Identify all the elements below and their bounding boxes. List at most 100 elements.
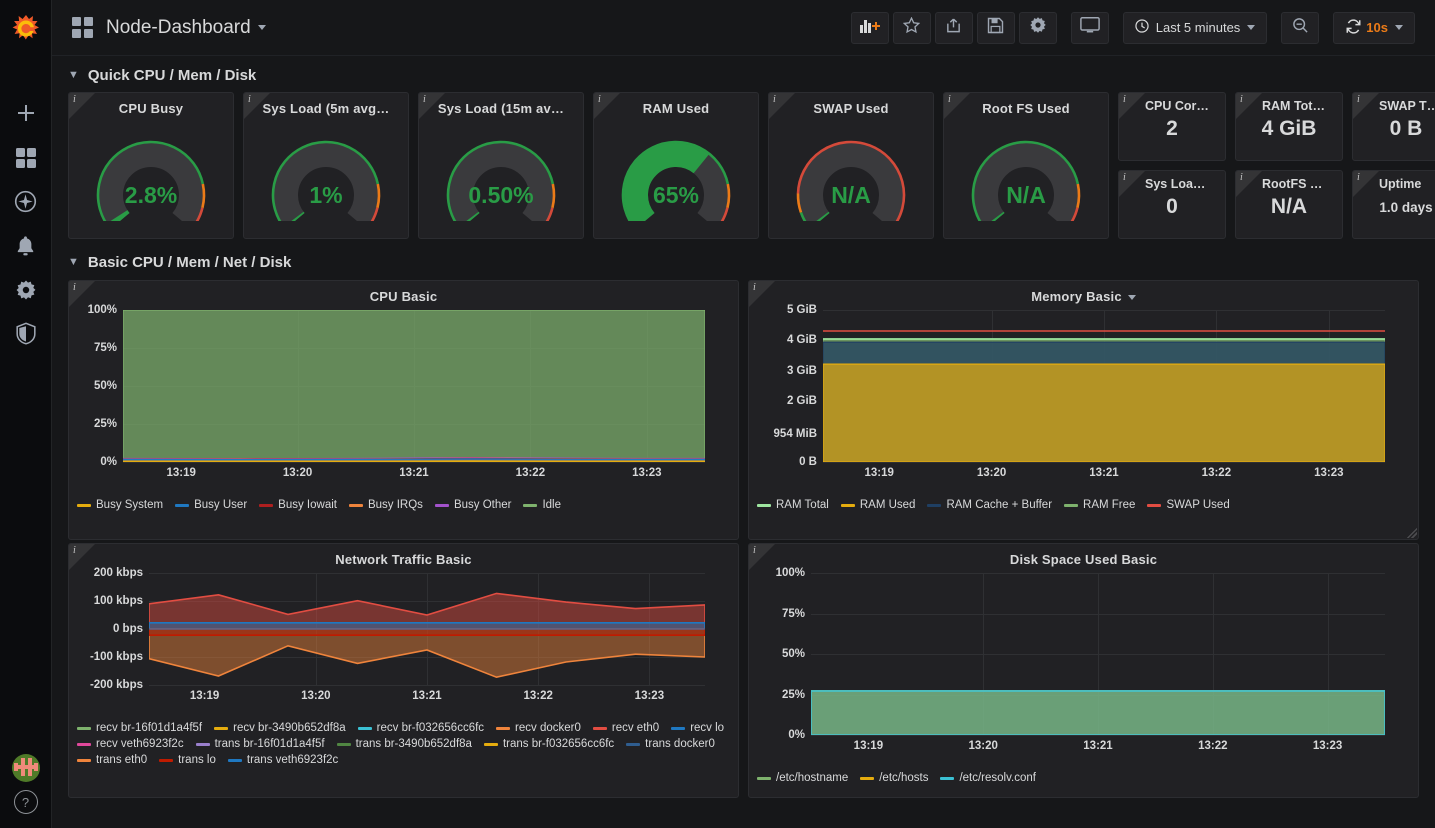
refresh-picker[interactable]: 10s bbox=[1333, 12, 1415, 44]
info-icon[interactable]: i bbox=[73, 94, 76, 105]
y-axis-tick-label: 75% bbox=[94, 342, 117, 354]
legend-item[interactable]: RAM Cache + Buffer bbox=[927, 499, 1052, 511]
legend-item[interactable]: recv lo bbox=[671, 722, 724, 734]
legend-item[interactable]: RAM Free bbox=[1064, 499, 1135, 511]
legend-label: Busy IRQs bbox=[368, 499, 423, 511]
gauge-panel-cpu-busy[interactable]: iCPU Busy2.8% bbox=[68, 92, 234, 239]
legend-item[interactable]: /etc/hostname bbox=[757, 772, 848, 784]
legend-item[interactable]: recv br-16f01d1a4f5f bbox=[77, 722, 202, 734]
gauge-panel-root-fs-used[interactable]: iRoot FS UsedN/A bbox=[943, 92, 1109, 239]
info-icon[interactable]: i bbox=[423, 94, 426, 105]
stat-panel-swap-total[interactable]: i SWAP T… 0 B bbox=[1352, 92, 1435, 161]
grafana-logo-icon[interactable] bbox=[6, 10, 46, 50]
gauge: 0.50% bbox=[419, 117, 583, 221]
panel-network-traffic-basic[interactable]: i Network Traffic Basic -200 kbps-100 kb… bbox=[68, 543, 739, 798]
x-axis-tick-label: 13:19 bbox=[166, 467, 195, 479]
panel-disk-space-used-basic[interactable]: i Disk Space Used Basic 0%25%50%75%100%1… bbox=[748, 543, 1419, 798]
sidebar-item-configuration[interactable] bbox=[0, 270, 52, 314]
legend-color-swatch bbox=[159, 759, 173, 762]
panel-cpu-basic[interactable]: i CPU Basic 0%25%50%75%100%13:1913:2013:… bbox=[68, 280, 739, 540]
save-dashboard-button[interactable] bbox=[977, 12, 1015, 44]
legend-item[interactable]: SWAP Used bbox=[1147, 499, 1229, 511]
legend-item[interactable]: /etc/hosts bbox=[860, 772, 928, 784]
legend-item[interactable]: trans docker0 bbox=[626, 738, 715, 750]
info-icon[interactable]: i bbox=[1123, 94, 1126, 105]
sidebar-item-alerting[interactable] bbox=[0, 226, 52, 270]
legend-item[interactable]: trans br-16f01d1a4f5f bbox=[196, 738, 325, 750]
gauge-panel-ram-used[interactable]: iRAM Used65% bbox=[593, 92, 759, 239]
sidebar-item-dashboards[interactable] bbox=[0, 138, 52, 182]
sidebar-item-server-admin[interactable] bbox=[0, 314, 52, 358]
legend-item[interactable]: recv br-3490b652df8a bbox=[214, 722, 346, 734]
info-icon[interactable]: i bbox=[948, 94, 951, 105]
help-icon[interactable]: ? bbox=[14, 790, 38, 814]
stat-panel-sys-load[interactable]: i Sys Loa… 0 bbox=[1118, 170, 1226, 239]
info-icon[interactable]: i bbox=[73, 282, 76, 293]
legend-item[interactable]: trans br-3490b652df8a bbox=[337, 738, 472, 750]
panel-title[interactable]: Network Traffic Basic bbox=[69, 544, 738, 567]
row-title: Basic CPU / Mem / Net / Disk bbox=[88, 254, 291, 271]
legend-item[interactable]: recv br-f032656cc6fc bbox=[358, 722, 484, 734]
info-icon[interactable]: i bbox=[1240, 172, 1243, 183]
legend-item[interactable]: /etc/resolv.conf bbox=[940, 772, 1036, 784]
info-icon[interactable]: i bbox=[598, 94, 601, 105]
share-dashboard-button[interactable] bbox=[935, 12, 973, 44]
info-icon[interactable]: i bbox=[753, 282, 756, 293]
legend-item[interactable]: Idle bbox=[523, 499, 561, 511]
info-icon[interactable]: i bbox=[1357, 172, 1360, 183]
info-icon[interactable]: i bbox=[1123, 172, 1126, 183]
legend-item[interactable]: recv eth0 bbox=[593, 722, 659, 734]
legend-item[interactable]: Busy System bbox=[77, 499, 163, 511]
gauge-panel-swap-used[interactable]: iSWAP UsedN/A bbox=[768, 92, 934, 239]
panel-title[interactable]: CPU Basic bbox=[69, 281, 738, 304]
legend-item[interactable]: Busy Iowait bbox=[259, 499, 337, 511]
stat-panel-ram-total[interactable]: i RAM Tot… 4 GiB bbox=[1235, 92, 1343, 161]
legend-item[interactable]: recv docker0 bbox=[496, 722, 581, 734]
panel-memory-basic[interactable]: i Memory Basic 0 B954 MiB2 GiB3 GiB4 GiB… bbox=[748, 280, 1419, 540]
tv-mode-button[interactable] bbox=[1071, 12, 1109, 44]
legend-item[interactable]: recv veth6923f2c bbox=[77, 738, 184, 750]
add-panel-button[interactable] bbox=[851, 12, 889, 44]
legend-color-swatch bbox=[77, 759, 91, 762]
gridline-h bbox=[811, 735, 1385, 736]
legend-item[interactable]: Busy IRQs bbox=[349, 499, 423, 511]
avatar[interactable] bbox=[0, 746, 52, 790]
legend-item[interactable]: trans veth6923f2c bbox=[228, 754, 338, 766]
info-icon[interactable]: i bbox=[248, 94, 251, 105]
chevron-down-icon bbox=[258, 25, 266, 30]
legend-item[interactable]: trans lo bbox=[159, 754, 216, 766]
stat-panel-uptime[interactable]: i Uptime 1.0 days bbox=[1352, 170, 1435, 239]
page-title[interactable]: Node-Dashboard bbox=[106, 17, 266, 39]
legend-item[interactable]: trans br-f032656cc6fc bbox=[484, 738, 614, 750]
dashboard-settings-button[interactable] bbox=[1019, 12, 1057, 44]
stat-panel-cpu-cores[interactable]: i CPU Cor… 2 bbox=[1118, 92, 1226, 161]
legend-label: RAM Total bbox=[776, 499, 829, 511]
info-icon[interactable]: i bbox=[773, 94, 776, 105]
stat-column-3: i SWAP T… 0 B i Uptime 1.0 days bbox=[1352, 92, 1435, 239]
time-range-picker[interactable]: Last 5 minutes bbox=[1123, 12, 1268, 44]
sidebar-item-explore[interactable] bbox=[0, 182, 52, 226]
sidebar-item-create[interactable] bbox=[0, 94, 52, 138]
row-header-basic[interactable]: ▼ Basic CPU / Mem / Net / Disk bbox=[68, 247, 1419, 277]
row-header-quick[interactable]: ▼ Quick CPU / Mem / Disk bbox=[68, 60, 1419, 90]
legend-memory-basic: RAM Total RAM Used RAM Cache + Buffer RAM F… bbox=[757, 499, 1410, 511]
gauge-panel-sys-load-5m-avg[interactable]: iSys Load (5m avg…1% bbox=[243, 92, 409, 239]
legend-color-swatch bbox=[757, 504, 771, 507]
info-icon[interactable]: i bbox=[73, 545, 76, 556]
legend-label: trans br-3490b652df8a bbox=[356, 738, 472, 750]
panel-resize-handle[interactable] bbox=[1407, 528, 1417, 538]
mark-favorite-button[interactable] bbox=[893, 12, 931, 44]
legend-item[interactable]: Busy Other bbox=[435, 499, 512, 511]
zoom-out-time-button[interactable] bbox=[1281, 12, 1319, 44]
panel-title[interactable]: Memory Basic bbox=[749, 281, 1418, 304]
info-icon[interactable]: i bbox=[753, 545, 756, 556]
info-icon[interactable]: i bbox=[1240, 94, 1243, 105]
legend-item[interactable]: Busy User bbox=[175, 499, 247, 511]
info-icon[interactable]: i bbox=[1357, 94, 1360, 105]
legend-item[interactable]: RAM Total bbox=[757, 499, 829, 511]
legend-item[interactable]: RAM Used bbox=[841, 499, 916, 511]
stat-panel-rootfs-total[interactable]: i RootFS … N/A bbox=[1235, 170, 1343, 239]
legend-item[interactable]: trans eth0 bbox=[77, 754, 147, 766]
gauge-panel-sys-load-15m-av[interactable]: iSys Load (15m av…0.50% bbox=[418, 92, 584, 239]
panel-title[interactable]: Disk Space Used Basic bbox=[749, 544, 1418, 567]
